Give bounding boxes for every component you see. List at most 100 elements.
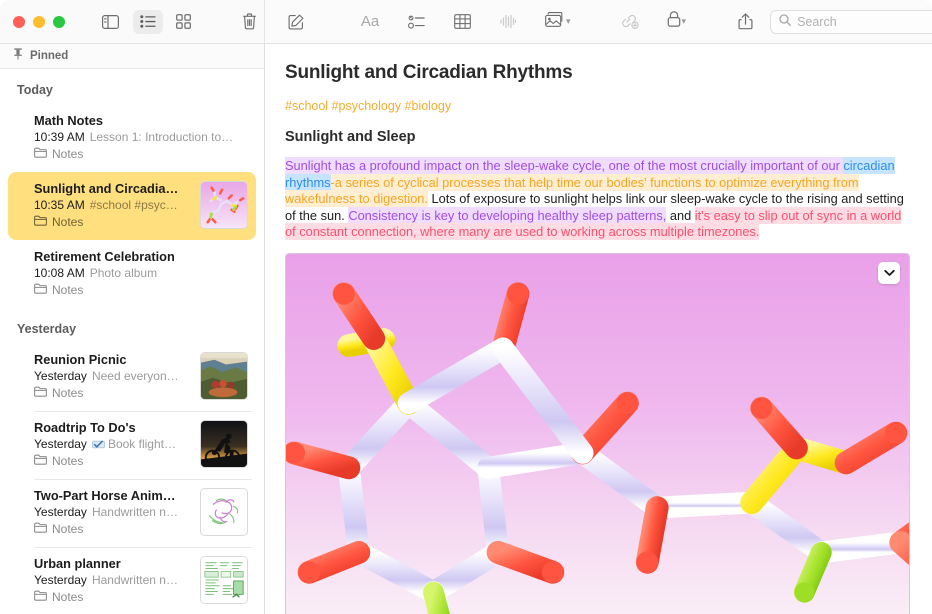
- folder-name: Notes: [52, 522, 84, 536]
- note-snippet: Handwritten n…: [91, 505, 178, 519]
- search-icon: [779, 13, 792, 31]
- format-text-icon: Aa: [360, 13, 380, 30]
- note-folder: Notes: [34, 453, 192, 470]
- format-text-button[interactable]: Aa: [355, 10, 385, 34]
- compose-note-icon: [288, 14, 304, 30]
- section-header-today: Today: [17, 83, 53, 97]
- note-date: Yesterday: [34, 505, 87, 519]
- note-body-paragraph[interactable]: Sunlight has a profound impact on the sl…: [285, 157, 910, 241]
- list-item[interactable]: Roadtrip To Do's Yesterday Book flight…: [8, 411, 256, 479]
- folder-name: Notes: [52, 283, 84, 297]
- list-item-selected[interactable]: Sunlight and Circadia… 10:35 AM #school …: [8, 172, 256, 240]
- note-item-body: Urban planner Yesterday Handwritten n… N…: [34, 555, 192, 606]
- share-icon: [738, 13, 753, 30]
- list-item[interactable]: Two-Part Horse Anim… Yesterday Handwritt…: [8, 479, 256, 547]
- note-snippet: Handwritten n…: [91, 573, 178, 587]
- folder-icon: [34, 282, 47, 299]
- table-button[interactable]: [447, 10, 477, 34]
- titlebar: Aa ▾ ▾ Search: [0, 0, 932, 44]
- note-date: Yesterday: [34, 369, 87, 383]
- folder-icon: [34, 521, 47, 538]
- note-item-body: Two-Part Horse Anim… Yesterday Handwritt…: [34, 487, 192, 538]
- chevron-down-icon: ▾: [681, 16, 687, 26]
- audio-waveform-icon: [500, 14, 516, 29]
- pinned-label: Pinned: [30, 50, 69, 62]
- note-list[interactable]: Today Math Notes 10:39 AM Lesson 1: Intr…: [0, 69, 264, 614]
- compose-note-button[interactable]: [281, 10, 311, 34]
- note-title-heading: Sunlight and Circadian Rhythms: [285, 62, 573, 83]
- folder-icon: [34, 385, 47, 402]
- close-window-button[interactable]: [13, 15, 25, 28]
- note-title: Reunion Picnic: [34, 352, 127, 367]
- pinned-section-header[interactable]: Pinned: [0, 44, 264, 69]
- attachment-options-button[interactable]: [878, 261, 900, 284]
- checklist-button[interactable]: [401, 10, 431, 34]
- folder-icon: [34, 453, 47, 470]
- note-meta: 10:39 AM Lesson 1: Introduction to…: [34, 129, 248, 146]
- lock-icon: [667, 11, 681, 32]
- folder-name: Notes: [52, 147, 84, 161]
- note-date: 10:35 AM: [34, 198, 85, 212]
- zoom-window-button[interactable]: [53, 15, 65, 28]
- note-folder: Notes: [34, 385, 192, 402]
- table-icon: [453, 14, 471, 29]
- media-icon: [545, 11, 565, 32]
- note-thumbnail-picnic: [200, 352, 248, 400]
- note-tags[interactable]: #school #psychology #biology: [285, 99, 910, 113]
- trash-icon: [242, 13, 257, 30]
- list-item[interactable]: Reunion Picnic Yesterday Need everyon… N…: [8, 343, 256, 411]
- note-thumbnail-planner: [200, 556, 248, 604]
- lock-note-button[interactable]: ▾: [667, 11, 687, 32]
- note-meta: Yesterday Book flight…: [34, 436, 192, 453]
- share-button[interactable]: [730, 10, 760, 34]
- note-meta: Yesterday Handwritten n…: [34, 504, 192, 521]
- note-title: Two-Part Horse Anim…: [34, 488, 176, 503]
- note-attachment-image[interactable]: [285, 252, 910, 614]
- folder-name: Notes: [52, 590, 84, 604]
- note-title: Urban planner: [34, 556, 121, 571]
- note-date: 10:39 AM: [34, 130, 85, 144]
- audio-record-button[interactable]: [493, 10, 523, 34]
- link-icon: [620, 14, 639, 29]
- gallery-view-button[interactable]: [168, 10, 197, 34]
- note-thumbnail-cyclist: [200, 420, 248, 468]
- note-snippet: Need everyon…: [91, 369, 179, 383]
- note-snippet: Photo album: [89, 266, 158, 280]
- section-header-yesterday: Yesterday: [17, 322, 77, 336]
- list-view-button[interactable]: [133, 9, 163, 34]
- molecule-3d-image: [286, 253, 909, 614]
- note-thumbnail-sketch: [200, 488, 248, 536]
- note-editor[interactable]: Sunlight and Circadian Rhythms #school #…: [265, 44, 932, 614]
- media-button[interactable]: ▾: [545, 11, 571, 32]
- notes-list-sidebar: Pinned Today Math Notes 10:39 AM Lesson …: [0, 44, 265, 614]
- minimize-window-button[interactable]: [33, 15, 45, 28]
- folder-name: Notes: [52, 454, 84, 468]
- note-title: Roadtrip To Do's: [34, 420, 136, 435]
- list-item[interactable]: Retirement Celebration 10:08 AM Photo al…: [8, 240, 256, 308]
- note-meta: 10:08 AM Photo album: [34, 265, 248, 282]
- search-input[interactable]: [797, 14, 932, 29]
- note-item-body: Roadtrip To Do's Yesterday Book flight…: [34, 419, 192, 470]
- list-view-icon: [140, 15, 156, 28]
- highlight-purple-run: Sunlight has a profound impact on the sl…: [285, 157, 844, 174]
- search-field[interactable]: [770, 9, 932, 34]
- folder-name: Notes: [52, 386, 84, 400]
- note-snippet: Book flight…: [107, 437, 176, 451]
- titlebar-left: [0, 0, 265, 43]
- add-link-button[interactable]: [615, 10, 645, 34]
- note-thumbnail-molecule: [200, 181, 248, 229]
- note-title: Math Notes: [34, 113, 103, 128]
- sidebar-toggle-button[interactable]: [96, 10, 125, 34]
- list-item[interactable]: Math Notes 10:39 AM Lesson 1: Introducti…: [8, 104, 256, 172]
- note-meta: Yesterday Handwritten n…: [34, 572, 192, 589]
- window-body: Pinned Today Math Notes 10:39 AM Lesson …: [0, 44, 932, 614]
- list-item[interactable]: Urban planner Yesterday Handwritten n… N…: [8, 547, 256, 614]
- folder-icon: [34, 214, 47, 231]
- note-folder: Notes: [34, 282, 248, 299]
- note-date: Yesterday: [34, 437, 87, 451]
- delete-note-button[interactable]: [235, 10, 264, 34]
- note-snippet: #school #psyc…: [89, 198, 178, 212]
- sidebar-toggle-icon: [102, 14, 120, 29]
- folder-name: Notes: [52, 215, 84, 229]
- plain-run-2: and: [666, 207, 695, 223]
